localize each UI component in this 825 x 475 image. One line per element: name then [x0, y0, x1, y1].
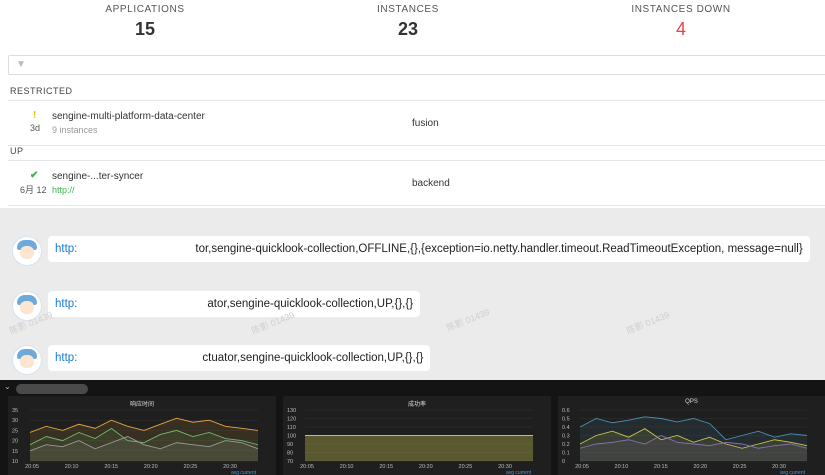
x-tick-label: 20:25 — [733, 464, 747, 470]
dashboard-tab-pill[interactable] — [16, 384, 88, 394]
chevron-down-icon[interactable]: ⌄ — [4, 382, 11, 391]
stat-applications: APPLICATIONS 15 — [55, 0, 235, 40]
y-tick-label: 0 — [562, 459, 565, 465]
x-tick-label: 20:10 — [340, 464, 354, 470]
x-tick-label: 20:20 — [144, 464, 158, 470]
y-tick-label: 100 — [287, 434, 296, 440]
row-group: backend — [412, 178, 450, 189]
y-tick-label: 0.1 — [562, 451, 570, 457]
y-tick-label: 10 — [12, 459, 18, 465]
row-ago: 6月 12 — [20, 185, 47, 195]
message-text: ator,sengine-quicklook-collection,UP,{},… — [207, 298, 414, 310]
x-tick-label: 20:05 — [25, 464, 39, 470]
application-row[interactable]: ✔ 6月 12 sengine-...ter-syncer http:// ba… — [8, 160, 825, 206]
y-tick-label: 0.6 — [562, 408, 570, 414]
section-label-up: UP — [10, 146, 24, 156]
x-tick-label: 20:15 — [654, 464, 668, 470]
row-ago: 3d — [30, 123, 41, 133]
y-tick-label: 90 — [287, 442, 293, 448]
y-tick-label: 35 — [12, 408, 18, 414]
chart-svg: 0.6 0.5 0.4 0.3 0.2 0.1 0 20:05 20:10 20:15 20:20 2… — [562, 408, 808, 475]
series-area — [305, 435, 533, 461]
y-tick-label: 130 — [287, 408, 296, 414]
check-icon: ✔ — [30, 170, 39, 181]
chart-svg: 130 120 110 100 90 80 70 20:05 20:10 20:15 20:20 20… — [287, 408, 533, 475]
y-tick-label: 0.3 — [562, 434, 570, 440]
stat-instances-down: INSTANCES DOWN 4 — [591, 0, 771, 40]
y-tick-label: 0.2 — [562, 442, 570, 448]
x-tick-label: 20:15 — [104, 464, 118, 470]
message-url-link[interactable]: http: — [55, 298, 77, 310]
application-row[interactable]: ! 3d sengine-multi-platform-data-center … — [8, 100, 825, 146]
y-tick-label: 15 — [12, 449, 18, 455]
message-text: ctuator,sengine-quicklook-collection,UP,… — [202, 352, 424, 364]
stat-instances: INSTANCES 23 — [318, 0, 498, 40]
y-tick-label: 110 — [287, 425, 296, 431]
y-tick-label: 0.5 — [562, 417, 570, 423]
x-tick-label: 20:10 — [65, 464, 79, 470]
chart-panel-qps: QPS 0.6 0.5 0.4 0.3 0.2 0.1 0 20:05 20:10 20:15 20… — [558, 396, 825, 475]
y-tick-label: 25 — [12, 428, 18, 434]
stats-header: APPLICATIONS 15 INSTANCES 23 INSTANCES D… — [0, 0, 825, 50]
filter-input[interactable]: ▼ — [8, 55, 825, 75]
section-label-restricted: RESTRICTED — [10, 86, 73, 96]
row-name: sengine-...ter-syncer — [52, 171, 144, 182]
row-group: fusion — [412, 118, 439, 129]
message-bubble: http: ctuator,sengine-quicklook-collectio… — [48, 345, 431, 371]
y-tick-label: 30 — [12, 418, 18, 424]
watermark: 陈影 01439 — [624, 309, 671, 337]
y-tick-label: 120 — [287, 417, 296, 423]
metrics-dashboard: ⌄ 响应时间 35 30 25 20 15 10 20:05 20:10 20:15 20:20 2… — [0, 380, 825, 475]
x-tick-label: 20:05 — [300, 464, 314, 470]
x-tick-label: 20:05 — [575, 464, 589, 470]
message-url-link[interactable]: http: — [55, 352, 77, 364]
row-name: sengine-multi-platform-data-center — [52, 111, 205, 122]
avatar — [12, 236, 42, 266]
chart-legend: avg current — [231, 470, 257, 475]
y-tick-label: 80 — [287, 451, 293, 457]
x-tick-label: 20:20 — [419, 464, 433, 470]
chart-legend: avg current — [780, 470, 806, 475]
y-tick-label: 0.4 — [562, 425, 570, 431]
chart-panel-success-rate: 成功率 130 120 110 100 90 80 70 20:05 20:10 20:15 20:… — [283, 396, 551, 475]
x-tick-label: 20:10 — [615, 464, 629, 470]
chart-legend: avg current — [506, 470, 532, 475]
warning-icon: ! — [33, 110, 37, 121]
row-url-link[interactable]: http:// — [52, 185, 75, 195]
x-tick-label: 20:20 — [693, 464, 707, 470]
row-sub: 9 instances — [52, 125, 98, 135]
y-tick-label: 70 — [287, 459, 293, 465]
chat-message-area: http: tor,sengine-quicklook-collection,OF… — [0, 208, 825, 380]
stat-applications-value: 15 — [134, 19, 156, 39]
stat-instances-label: INSTANCES — [377, 4, 439, 15]
message-bubble: http: tor,sengine-quicklook-collection,OF… — [48, 236, 810, 262]
x-tick-label: 20:25 — [184, 464, 198, 470]
y-tick-label: 20 — [12, 439, 18, 445]
chart-panel-response-time: 响应时间 35 30 25 20 15 10 20:05 20:10 20:15 20:20 20:… — [8, 396, 276, 475]
message-bubble: http: ator,sengine-quicklook-collection,U… — [48, 291, 421, 317]
x-tick-label: 20:15 — [379, 464, 393, 470]
chart-svg: 35302520151020:05 20:10 20:15 20:20 20:25 20:… — [12, 408, 259, 475]
stat-instances-down-label: INSTANCES DOWN — [631, 4, 731, 15]
avatar — [12, 345, 42, 375]
x-tick-label: 20:25 — [459, 464, 473, 470]
stat-instances-value: 23 — [397, 19, 419, 39]
stat-applications-label: APPLICATIONS — [105, 4, 185, 15]
watermark: 陈影 01439 — [444, 306, 491, 334]
message-url-link[interactable]: http: — [55, 243, 77, 255]
message-text: tor,sengine-quicklook-collection,OFFLINE… — [195, 243, 803, 255]
filter-icon: ▼ — [16, 59, 26, 70]
stat-instances-down-value: 4 — [675, 19, 686, 39]
